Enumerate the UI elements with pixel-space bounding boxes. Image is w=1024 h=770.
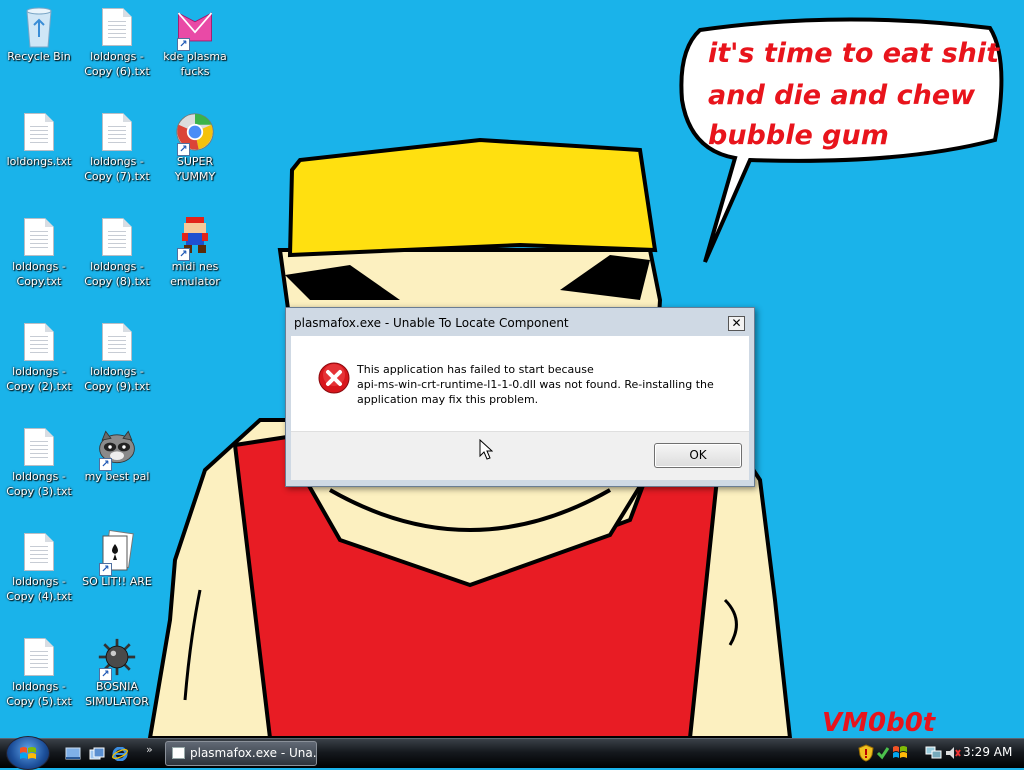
window-icon xyxy=(172,747,185,759)
raccoon-shortcut-icon: ↗ xyxy=(97,425,137,471)
desktop-icon-label: kde plasma fucks xyxy=(163,50,227,78)
desktop-icon[interactable]: loldongs - Copy (7).txt xyxy=(78,110,156,184)
desktop-icon-label: Recycle Bin xyxy=(7,50,71,63)
dialog-message-line-3: application may fix this problem. xyxy=(357,393,539,406)
desktop-icon-label: loldongs - Copy (3).txt xyxy=(6,470,72,498)
desktop-icon-label: my best pal xyxy=(84,470,150,483)
desktop-icon[interactable]: ↗ my best pal xyxy=(78,425,156,484)
text-file-icon xyxy=(97,320,137,364)
ok-button[interactable]: OK xyxy=(654,443,742,468)
desktop-icon[interactable]: ↗ SO LIT!! ARE xyxy=(78,530,156,589)
desktop-icon[interactable]: loldongs - Copy (4).txt xyxy=(0,530,78,604)
text-file-icon xyxy=(97,110,137,154)
text-file-icon xyxy=(97,215,137,259)
mario-shortcut-icon: ↗ xyxy=(175,215,215,261)
system-clock[interactable]: 3:29 AM xyxy=(963,745,1012,759)
show-desktop-icon[interactable] xyxy=(65,747,81,761)
desktop-icon[interactable]: loldongs - Copy (3).txt xyxy=(0,425,78,499)
desktop-icon-label: midi nes emulator xyxy=(170,260,220,288)
error-icon xyxy=(318,362,350,394)
kde-shortcut-icon: ↗ xyxy=(175,5,215,51)
dialog-title: plasmafox.exe - Unable To Locate Compone… xyxy=(294,316,569,330)
mouse-cursor-icon xyxy=(479,439,493,460)
desktop-icon-label: SUPER YUMMY xyxy=(174,155,216,183)
text-file-icon xyxy=(19,320,59,364)
shortcut-arrow-icon: ↗ xyxy=(177,38,190,51)
desktop-icon-label: loldongs - Copy.txt xyxy=(12,260,66,288)
desktop-icon[interactable]: ↗ SUPER YUMMY xyxy=(156,110,234,184)
desktop-icon-label: loldongs.txt xyxy=(6,155,72,168)
recycle-bin-icon xyxy=(19,5,59,49)
shortcut-arrow-icon: ↗ xyxy=(99,458,112,471)
error-dialog: plasmafox.exe - Unable To Locate Compone… xyxy=(285,307,755,487)
dialog-footer: OK xyxy=(291,431,749,480)
desktop-icon[interactable]: ↗ BOSNIA SIMULATOR xyxy=(78,635,156,709)
solitaire-shortcut-icon: ↗ xyxy=(97,530,137,576)
security-shield-icon[interactable] xyxy=(858,744,874,762)
wallpaper-signature: VM0b0t xyxy=(822,708,937,738)
desktop-icon-label: loldongs - Copy (9).txt xyxy=(84,365,150,393)
quick-launch-overflow[interactable]: » xyxy=(146,743,153,756)
desktop-icon-label: loldongs - Copy (6).txt xyxy=(84,50,150,78)
switch-windows-icon[interactable] xyxy=(89,747,105,761)
desktop-icon[interactable]: loldongs - Copy (5).txt xyxy=(0,635,78,709)
dialog-message-line-1: This application has failed to start bec… xyxy=(357,363,594,376)
desktop-icon-label: BOSNIA SIMULATOR xyxy=(85,680,149,708)
start-button[interactable] xyxy=(6,736,50,770)
desktop-icon[interactable]: loldongs - Copy (6).txt xyxy=(78,5,156,79)
checkmark-icon[interactable] xyxy=(876,745,890,761)
desktop-icon[interactable]: loldongs - Copy (2).txt xyxy=(0,320,78,394)
network-icon[interactable] xyxy=(925,745,943,761)
text-file-icon xyxy=(19,530,59,574)
shortcut-arrow-icon: ↗ xyxy=(177,248,190,261)
text-file-icon xyxy=(19,425,59,469)
desktop-icon[interactable]: loldongs.txt xyxy=(0,110,78,169)
desktop-icon-label: loldongs - Copy (7).txt xyxy=(84,155,150,183)
wallpaper-character-hat xyxy=(287,137,658,258)
taskbar-button-plasmafox[interactable]: plasmafox.exe - Una... xyxy=(165,741,317,766)
dialog-message: This application has failed to start bec… xyxy=(357,362,737,407)
desktop-icon[interactable]: Recycle Bin xyxy=(0,5,78,64)
text-file-icon xyxy=(19,215,59,259)
shortcut-arrow-icon: ↗ xyxy=(99,563,112,576)
desktop-icon[interactable]: loldongs - Copy (9).txt xyxy=(78,320,156,394)
desktop-icon[interactable]: loldongs - Copy (8).txt xyxy=(78,215,156,289)
minesweeper-shortcut-icon: ↗ xyxy=(97,635,137,681)
internet-explorer-icon[interactable] xyxy=(112,747,128,761)
dialog-body: This application has failed to start bec… xyxy=(291,336,749,431)
windows-start-icon xyxy=(20,747,36,759)
desktop-icon-label: loldongs - Copy (4).txt xyxy=(6,575,72,603)
desktop-icon-label: loldongs - Copy (2).txt xyxy=(6,365,72,393)
text-file-icon xyxy=(19,635,59,679)
desktop-icon-label: loldongs - Copy (5).txt xyxy=(6,680,72,708)
text-file-icon xyxy=(19,110,59,154)
desktop-icon-label: SO LIT!! ARE xyxy=(82,575,152,588)
desktop-icon[interactable]: loldongs - Copy.txt xyxy=(0,215,78,289)
volume-icon[interactable] xyxy=(944,745,962,761)
shortcut-arrow-icon: ↗ xyxy=(177,143,190,156)
desktop-icon[interactable]: ↗ midi nes emulator xyxy=(156,215,234,289)
flag-icon[interactable] xyxy=(892,745,908,761)
speech-line-3: bubble gum xyxy=(708,120,889,151)
text-file-icon xyxy=(97,5,137,49)
desktop-icon-label: loldongs - Copy (8).txt xyxy=(84,260,150,288)
desktop-icon[interactable]: ↗ kde plasma fucks xyxy=(156,5,234,79)
taskbar-button-label: plasmafox.exe - Una... xyxy=(190,746,317,760)
speech-line-1: it's time to eat shit xyxy=(708,38,1000,69)
close-button[interactable]: ✕ xyxy=(728,316,745,331)
dialog-message-line-2: api-ms-win-crt-runtime-l1-1-0.dll was no… xyxy=(357,378,714,391)
shortcut-arrow-icon: ↗ xyxy=(99,668,112,681)
taskbar: » plasmafox.exe - Una... 3:29 AM xyxy=(0,736,1024,770)
speech-line-2: and die and chew xyxy=(708,80,976,111)
chrome-shortcut-icon: ↗ xyxy=(175,110,215,156)
